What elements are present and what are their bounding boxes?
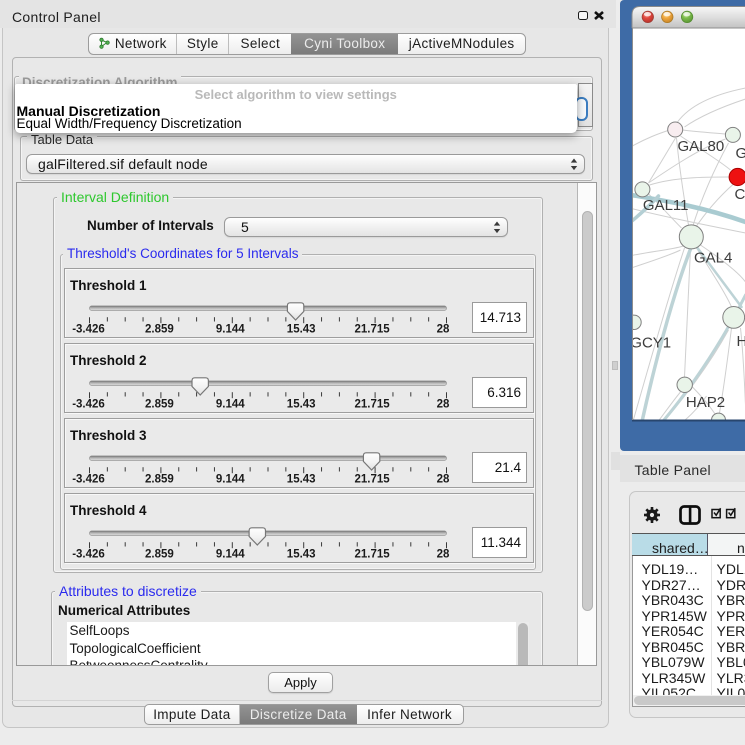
svg-text:15.43: 15.43	[287, 324, 316, 336]
svg-text:HAP2: HAP2	[685, 394, 724, 411]
svg-text:9.144: 9.144	[216, 549, 245, 561]
svg-text:21.715: 21.715	[355, 474, 391, 486]
svg-text:GAL11: GAL11	[642, 197, 688, 214]
svg-text:21.715: 21.715	[355, 324, 391, 336]
svg-text:9.144: 9.144	[216, 324, 245, 336]
svg-text:-3.426: -3.426	[72, 324, 105, 336]
svg-text:2.859: 2.859	[145, 324, 174, 336]
svg-text:-3.426: -3.426	[72, 549, 105, 561]
svg-text:28: 28	[437, 324, 450, 336]
svg-text:2.859: 2.859	[145, 474, 174, 486]
svg-text:2.859: 2.859	[145, 549, 174, 561]
svg-text:28: 28	[437, 399, 450, 411]
svg-text:GAL80: GAL80	[677, 138, 724, 155]
svg-text:2.859: 2.859	[145, 399, 174, 411]
svg-text:9.144: 9.144	[216, 399, 245, 411]
svg-text:-3.426: -3.426	[72, 474, 105, 486]
svg-text:28: 28	[437, 474, 450, 486]
svg-text:-3.426: -3.426	[72, 399, 105, 411]
svg-text:C: C	[734, 186, 745, 203]
svg-text:G.: G.	[735, 145, 745, 162]
svg-text:GCY1: GCY1	[630, 335, 671, 352]
svg-text:15.43: 15.43	[287, 549, 316, 561]
svg-text:21.715: 21.715	[355, 399, 391, 411]
svg-text:21.715: 21.715	[355, 549, 391, 561]
svg-text:15.43: 15.43	[287, 474, 316, 486]
svg-text:9.144: 9.144	[216, 474, 245, 486]
svg-text:28: 28	[437, 549, 450, 561]
svg-text:H: H	[736, 333, 745, 350]
svg-text:15.43: 15.43	[287, 399, 316, 411]
svg-text:GAL4: GAL4	[694, 249, 732, 266]
